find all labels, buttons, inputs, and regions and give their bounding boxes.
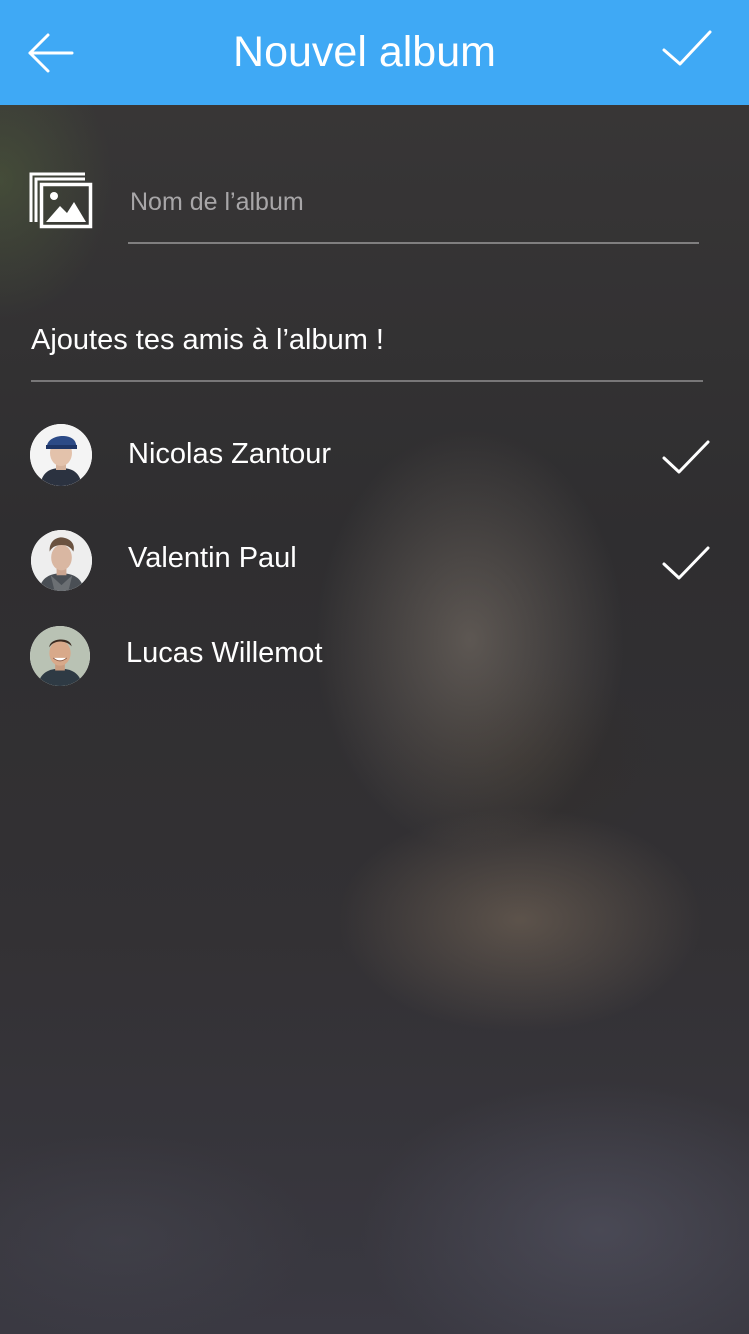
album-name-input[interactable] xyxy=(128,180,700,224)
friend-name: Valentin Paul xyxy=(128,542,297,574)
friend-name: Nicolas Zantour xyxy=(128,438,332,470)
add-friends-heading: Ajoutes tes amis à l’album ! xyxy=(31,324,384,356)
avatar xyxy=(31,530,92,591)
checkmark-icon xyxy=(662,440,710,474)
avatar xyxy=(30,626,90,686)
section-divider xyxy=(31,380,703,382)
back-button[interactable] xyxy=(24,27,78,81)
avatar xyxy=(30,424,92,486)
page-title: Nouvel album xyxy=(233,28,496,76)
album-name-underline xyxy=(128,242,699,244)
friend-name: Lucas Willemot xyxy=(126,637,323,669)
confirm-button[interactable] xyxy=(660,26,714,72)
friend-row-lucas-willemot[interactable]: Lucas Willemot xyxy=(0,616,749,696)
friend-row-valentin-paul[interactable]: Valentin Paul xyxy=(0,520,749,600)
image-gallery-icon xyxy=(29,172,95,230)
checkmark-icon xyxy=(662,30,712,66)
header-bar: Nouvel album xyxy=(0,0,749,105)
checkmark-icon xyxy=(662,546,710,580)
friend-row-nicolas-zantour[interactable]: Nicolas Zantour xyxy=(0,414,749,494)
arrow-left-icon xyxy=(28,33,74,73)
